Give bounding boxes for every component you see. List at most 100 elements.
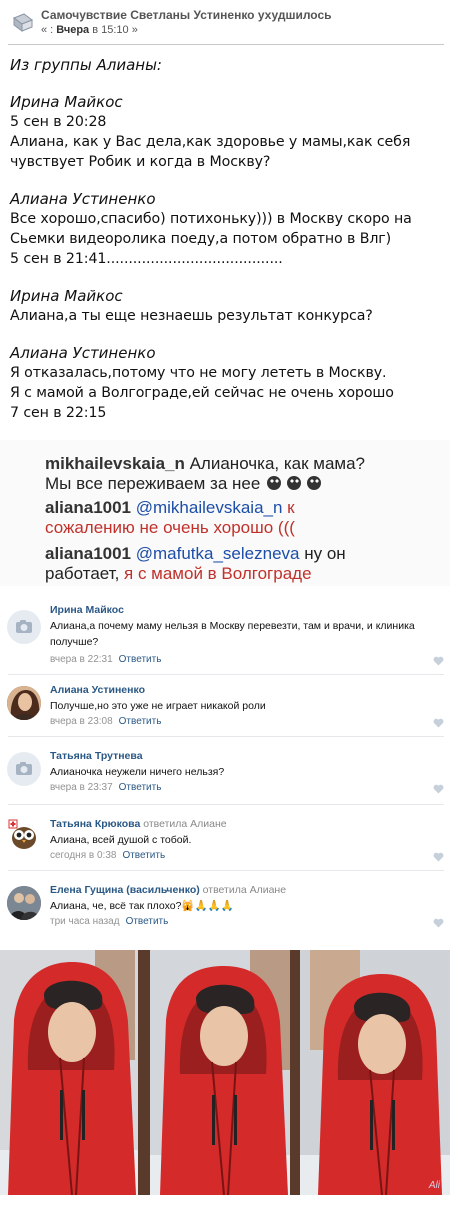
user-photo — [7, 886, 41, 920]
comment-author[interactable]: Елена Гущина (васильченко) ответила Алиа… — [50, 884, 286, 896]
post-date-day[interactable]: Вчера — [56, 24, 89, 36]
message-line: Сьемки видеоролика поеду,а потом обратно… — [10, 231, 392, 247]
message-author: Ирина Майкос — [10, 93, 123, 111]
like-icon[interactable] — [433, 784, 444, 794]
reply-button[interactable]: Ответить — [126, 916, 169, 927]
reply-button[interactable]: Ответить — [119, 782, 162, 793]
insta-comment: aliana1001 @mikhailevskaia_n к — [45, 498, 295, 518]
insta-comment-cont: сожалению не очень хорошо ((( — [45, 518, 295, 538]
comment-text: Алианочка неужели ничего нельзя? — [50, 766, 225, 778]
insta-mention: @mafutka_selezneva — [131, 544, 300, 563]
like-icon[interactable] — [433, 852, 444, 862]
comment-text: Получше,но это уже не играет никакой рол… — [50, 700, 266, 712]
panel-left — [0, 950, 150, 1195]
message-line: 5 сен в 21:41...........................… — [10, 251, 283, 267]
post-title[interactable]: Самочувствие Светланы Устиненко ухудшило… — [41, 8, 332, 22]
avatar[interactable] — [7, 818, 41, 852]
reply-target[interactable]: ответила Алиане — [140, 818, 226, 830]
message-line: Алиана,а ты еще незнаешь результат конку… — [10, 308, 373, 324]
message-line: чувствует Робик и когда в Москву? — [10, 154, 271, 170]
comment-time[interactable]: сегодня в 0:38 — [50, 850, 116, 861]
comment-author[interactable]: Татьяна Крюкова ответила Алиане — [50, 818, 227, 830]
comment-time[interactable]: вчера в 23:37 — [50, 782, 113, 793]
insta-text: Алианочка, как мама? — [184, 454, 366, 473]
reply-button[interactable]: Ответить — [119, 716, 162, 727]
comment-time[interactable]: вчера в 22:31 — [50, 654, 113, 665]
insta-comment: mikhailevskaia_n Алианочка, как мама? — [45, 454, 365, 474]
message-author: Алиана Устиненко — [10, 344, 156, 362]
insta-comment: aliana1001 @mafutka_selezneva ну он — [45, 544, 346, 564]
reply-button[interactable]: Ответить — [122, 850, 165, 861]
post-date-time: в 15:10 » — [89, 24, 138, 36]
like-icon[interactable] — [433, 718, 444, 728]
post-date: « : Вчера в 15:10 » — [41, 24, 138, 36]
comment-meta: вчера в 23:37 Ответить — [50, 782, 161, 793]
avatar[interactable] — [7, 610, 41, 644]
message-line: 5 сен в 20:28 — [10, 114, 107, 130]
comment-meta: три часа назад Ответить — [50, 916, 168, 927]
instagram-comments-screenshot: mikhailevskaia_n Алианочка, как мама? Мы… — [0, 440, 450, 586]
insta-text: к — [282, 498, 295, 517]
comment-meta: вчера в 22:31 Ответить — [50, 654, 161, 665]
insta-text: Мы все переживаем за нее — [45, 474, 266, 493]
comment-text: Алиана, че, всё так плохо?🙀🙏🙏🙏 — [50, 900, 234, 912]
photo-collage: Ali — [0, 950, 450, 1195]
insta-mention: @mikhailevskaia_n — [131, 498, 283, 517]
comment-meta: вчера в 23:08 Ответить — [50, 716, 161, 727]
woman-in-red-jacket-photo — [0, 950, 450, 1195]
comment-divider — [8, 736, 444, 737]
quoted-messages: Из группы Алианы: Ирина Майкос 5 сен в 2… — [10, 56, 440, 423]
camera-icon — [16, 620, 32, 633]
heart-eyes-emoji-icon — [267, 476, 322, 490]
avatar[interactable] — [7, 752, 41, 786]
post-date-prefix: « : — [41, 24, 57, 36]
message-author: Алиана Устиненко — [10, 190, 156, 208]
message-line: Я с мамой а Волгограде,ей сейчас не очен… — [10, 385, 394, 401]
insta-username: aliana1001 — [45, 498, 132, 517]
post-header: Самочувствие Светланы Устиненко ухудшило… — [0, 0, 450, 48]
avatar[interactable] — [7, 886, 41, 920]
comment-text: Алиана,а почему маму нельзя в Москву пер… — [50, 620, 415, 648]
watermark-signature: Ali — [428, 1180, 440, 1191]
header-divider — [8, 44, 444, 45]
panel-right — [300, 950, 450, 1195]
message-line: 7 сен в 22:15 — [10, 405, 107, 421]
comment-author[interactable]: Ирина Майкос — [50, 604, 124, 616]
comment-author-name[interactable]: Татьяна Крюкова — [50, 818, 140, 830]
comment-divider — [8, 804, 444, 805]
reply-button[interactable]: Ответить — [119, 654, 162, 665]
avatar[interactable] — [7, 686, 41, 720]
comment-meta: сегодня в 0:38 Ответить — [50, 850, 165, 861]
share-icon — [12, 13, 34, 32]
message-author: Ирина Майкос — [10, 287, 123, 305]
like-icon[interactable] — [433, 656, 444, 666]
comment-divider — [8, 674, 444, 675]
group-label: Из группы Алианы: — [10, 56, 162, 74]
reply-target[interactable]: ответила Алиане — [200, 884, 286, 896]
comment-author-name[interactable]: Татьяна Трутнева — [50, 750, 143, 762]
message-line: Все хорошо,спасибо) потихоньку))) в Моск… — [10, 211, 412, 227]
comment-author[interactable]: Алиана Устиненко — [50, 684, 145, 696]
user-photo — [7, 686, 41, 720]
message-line: Алиана, как у Вас дела,как здоровье у ма… — [10, 134, 411, 150]
message-line: Я отказалась,потому что не могу лететь в… — [10, 365, 387, 381]
comment-text: Алиана, всей душой с тобой. — [50, 834, 192, 846]
insta-text: работает, — [45, 564, 125, 583]
panel-middle — [150, 950, 300, 1195]
insta-comment-cont: работает, я с мамой в Волгограде — [45, 564, 312, 584]
like-icon[interactable] — [433, 918, 444, 928]
insta-text: сожалению не очень хорошо ((( — [45, 518, 295, 537]
comment-author-name[interactable]: Ирина Майкос — [50, 604, 124, 616]
comment-time[interactable]: вчера в 23:08 — [50, 716, 113, 727]
insta-username: aliana1001 — [45, 544, 132, 563]
comment-author-name[interactable]: Алиана Устиненко — [50, 684, 145, 696]
comment-author-name[interactable]: Елена Гущина (васильченко) — [50, 884, 200, 896]
insta-text: ну он — [299, 544, 346, 563]
owl-avatar-icon — [7, 818, 41, 852]
comment-time[interactable]: три часа назад — [50, 916, 120, 927]
camera-icon — [16, 762, 32, 775]
insta-username: mikhailevskaia_n — [45, 454, 185, 473]
comment-divider — [8, 870, 444, 871]
insta-comment-cont: Мы все переживаем за нее — [45, 474, 325, 494]
comment-author[interactable]: Татьяна Трутнева — [50, 750, 143, 762]
